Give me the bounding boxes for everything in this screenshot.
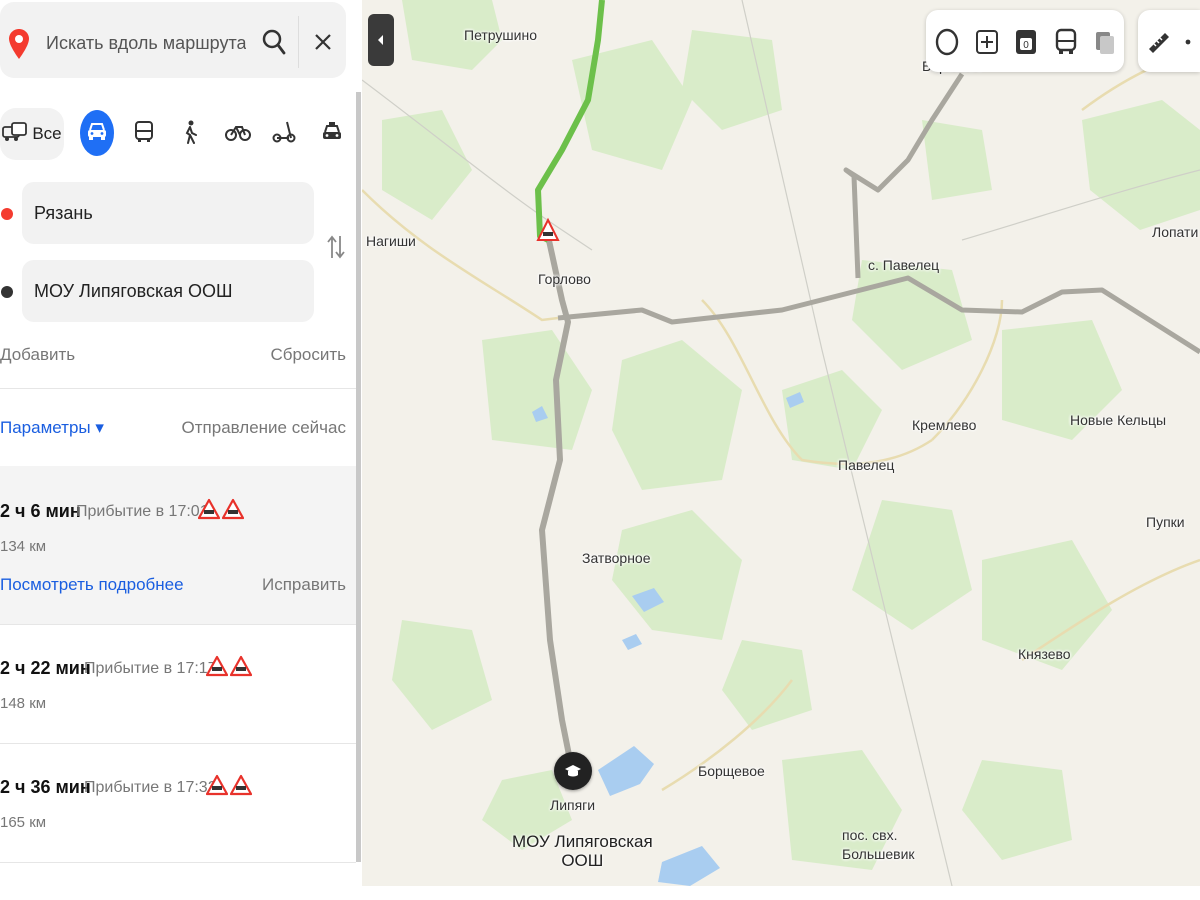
route-option-1[interactable]: 2 ч 6 мин Прибытие в 17:01 134 км Посмот… — [0, 466, 356, 624]
reset-link[interactable]: Сбросить — [270, 345, 346, 365]
route-line — [539, 235, 573, 761]
map-tools-toolbar — [1138, 10, 1200, 72]
route-duration: 2 ч 22 мин — [0, 658, 91, 678]
scooter-icon — [272, 121, 296, 148]
mode-all-button[interactable]: Все — [0, 108, 64, 160]
mode-scooter-button[interactable] — [262, 110, 306, 158]
route-distance: 148 км — [0, 695, 47, 712]
bicycle-icon — [225, 122, 251, 147]
swap-points-icon[interactable] — [326, 232, 346, 267]
place-label: пос. свх. Большевик — [842, 827, 915, 862]
route-arrival: Прибытие в 17:32 — [84, 779, 217, 796]
place-label: Князево — [1018, 646, 1071, 662]
road-works-warning-icon — [229, 655, 253, 682]
route-arrival: Прибытие в 17:01 — [76, 503, 209, 520]
place-label: Борщевое — [698, 763, 765, 779]
place-label: Павелец — [838, 457, 895, 473]
place-label: Пупки — [1146, 514, 1185, 530]
close-icon[interactable] — [314, 32, 332, 57]
map-layer — [362, 0, 1200, 886]
route-duration: 2 ч 36 мин — [0, 777, 91, 797]
place-label: Затворное — [582, 550, 651, 566]
route-arrival: Прибытие в 17:17 — [84, 660, 217, 677]
origin-dot — [1, 208, 13, 220]
place-label: Новые Кельцы — [1070, 412, 1167, 428]
panel-scrollbar[interactable] — [356, 92, 361, 862]
mode-bus-button[interactable] — [122, 110, 166, 158]
search-icon[interactable] — [262, 28, 286, 61]
place-label: с. Павелец — [868, 257, 940, 273]
destination-label: МОУ Липяговская ООШ — [512, 832, 653, 870]
search-divider — [298, 16, 299, 68]
road-works-warning-icon — [205, 774, 229, 801]
place-label: Кремлево — [912, 417, 977, 433]
map-layers-toolbar: 0 — [926, 10, 1124, 72]
car-icon — [86, 121, 108, 146]
bus-icon — [134, 120, 154, 148]
road-works-warning-icon — [221, 498, 245, 525]
divider — [0, 388, 356, 389]
add-point-link[interactable]: Добавить — [0, 345, 75, 365]
forest-areas — [382, 0, 1200, 870]
road-works-warning-icon — [229, 774, 253, 801]
place-label: Лопати — [1152, 224, 1199, 240]
place-label: Горлово — [538, 271, 591, 287]
mode-bike-button[interactable] — [216, 110, 260, 158]
search-along-route-input[interactable] — [44, 28, 248, 58]
divider — [0, 862, 356, 863]
route-duration: 2 ч 6 мин — [0, 501, 81, 521]
route-option-2[interactable]: 2 ч 22 мин Прибытие в 17:17 148 км — [0, 625, 356, 743]
route-fix-link[interactable]: Исправить — [262, 575, 346, 595]
route-distance: 134 км — [0, 538, 47, 555]
place-label: Нагиши — [366, 233, 416, 249]
parameters-link[interactable]: Параметры ▾ — [0, 418, 104, 438]
all-transport-icon — [2, 121, 28, 148]
route-details-link[interactable]: Посмотреть подробнее — [0, 575, 184, 595]
destination-marker[interactable] — [554, 752, 592, 790]
destination-label-line1: МОУ Липяговская — [512, 832, 653, 851]
destination-field[interactable]: МОУ Липяговская ООШ — [22, 260, 314, 322]
map-canvas[interactable]: Петрушино Нагиши Горлово с. Павелец Лопа… — [362, 0, 1200, 886]
road-works-warning-icon — [205, 655, 229, 682]
route-option-3[interactable]: 2 ч 36 мин Прибытие в 17:32 165 км — [0, 744, 356, 862]
location-pin-icon — [8, 28, 30, 65]
pedestrian-icon — [182, 120, 198, 149]
mode-taxi-button[interactable] — [310, 110, 354, 158]
place-label: Петрушино — [464, 27, 537, 43]
place-label: Липяги — [550, 797, 596, 813]
destination-label-line2: ООШ — [561, 851, 604, 870]
rail-and-boundaries — [362, 0, 1200, 886]
origin-value: Рязань — [34, 203, 93, 223]
origin-field[interactable]: Рязань — [22, 182, 314, 244]
route-search-box[interactable] — [0, 2, 346, 78]
collapse-panel-button[interactable] — [368, 14, 394, 66]
mode-all-label: Все — [32, 124, 62, 143]
mode-walk-button[interactable] — [168, 110, 212, 158]
departure-time-link[interactable]: Отправление сейчас — [182, 418, 346, 438]
bottom-strip — [0, 886, 1200, 900]
destination-value: МОУ Липяговская ООШ — [34, 281, 233, 301]
road-works-warning-icon — [197, 498, 221, 525]
route-panel: Все Рязань МОУ Липяговская ООШ — [0, 0, 360, 886]
route-distance: 165 км — [0, 814, 47, 831]
mode-car-button[interactable] — [80, 110, 114, 156]
svg-text:0: 0 — [1023, 40, 1029, 51]
taxi-icon — [321, 121, 343, 148]
destination-dot — [1, 286, 13, 298]
